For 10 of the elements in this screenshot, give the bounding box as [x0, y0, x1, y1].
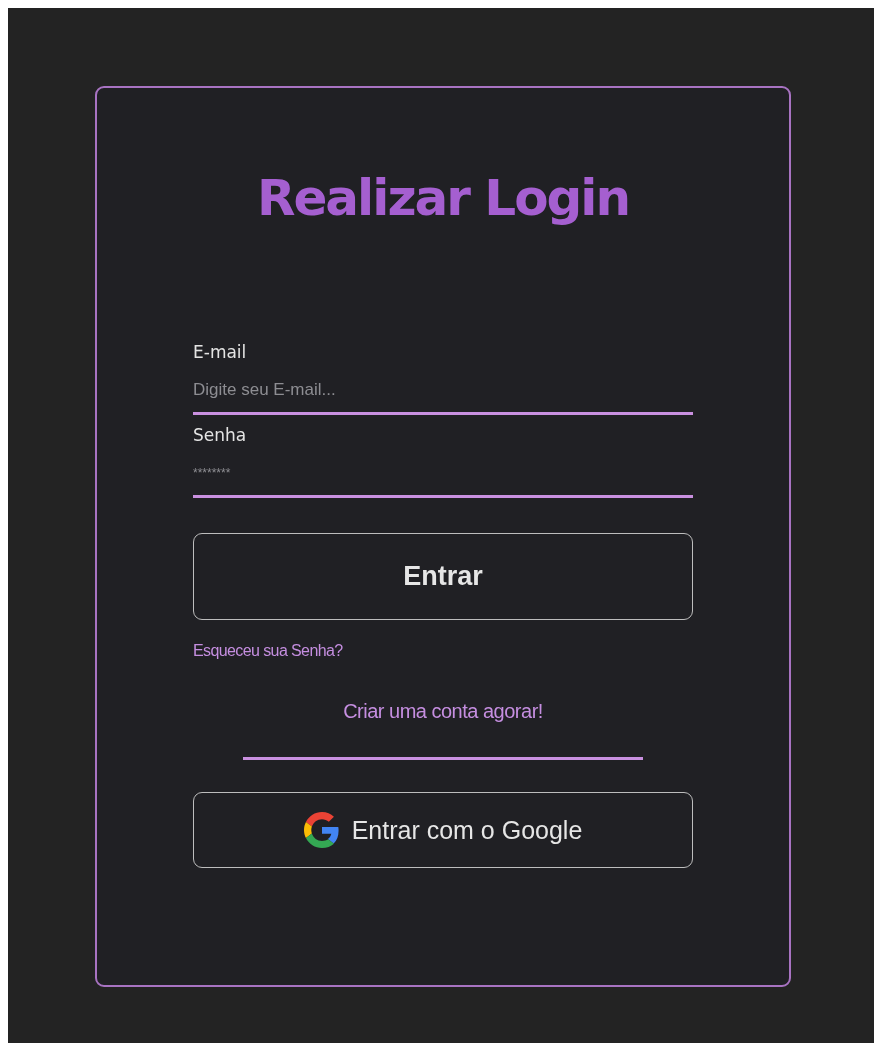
create-account-link[interactable]: Criar uma conta agorar!	[343, 700, 543, 723]
field-label: E-mail	[193, 341, 247, 364]
field-label: Senha	[193, 424, 247, 447]
forgot-password-link[interactable]: Esqueceu sua Senha?	[193, 642, 343, 660]
email-field[interactable]: Digite seu E-mail...	[193, 368, 693, 415]
login-button[interactable]: Entrar	[193, 533, 693, 620]
google-login-button[interactable]: Entrar com o Google	[193, 792, 693, 868]
google-icon	[303, 812, 340, 848]
password-field[interactable]: ********	[193, 451, 693, 498]
page-title: Realizar Login	[256, 168, 630, 229]
